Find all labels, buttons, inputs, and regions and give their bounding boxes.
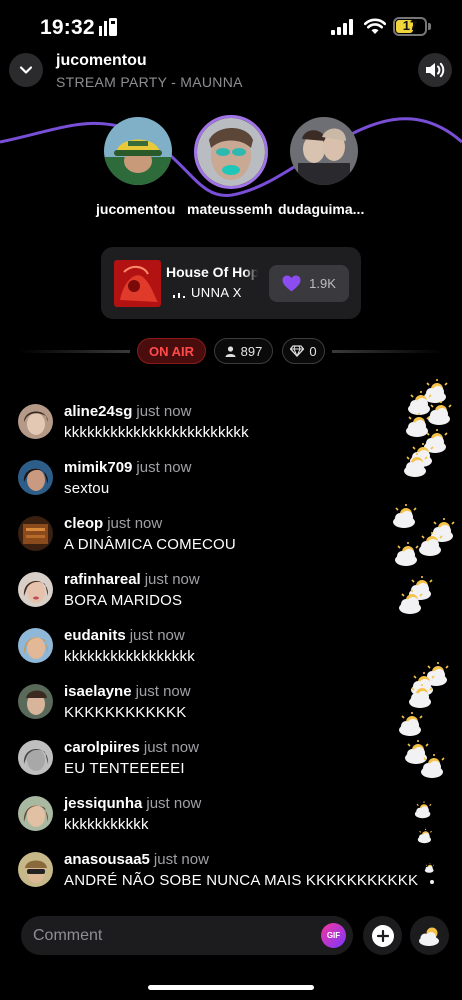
battery-tip [428,23,431,30]
speaker-avatar-2[interactable] [194,115,268,189]
chat-text: kkkkkkkkkkkkkkkkkkkkkkkk [64,424,249,441]
chat-username[interactable]: cleop [64,515,103,532]
chat-username[interactable]: anasousaa5 [64,851,150,868]
gems-count: 0 [309,343,317,359]
reaction-button[interactable] [410,916,449,955]
now-playing-card[interactable]: House Of Hope UNNA X 1.9K [101,247,361,319]
album-cover [114,260,161,307]
person-icon [225,345,236,357]
chat-time: just now [143,739,199,756]
song-title: House Of Hope [166,264,258,280]
divider-left [18,350,130,353]
avatar[interactable] [18,460,53,495]
chat-username[interactable]: jessiqunha [64,795,142,812]
chat-time: just now [129,627,185,644]
avatar[interactable] [18,796,53,831]
chat-text: EU TENTEEEEEI [64,760,185,777]
wifi-icon [364,18,386,34]
chat-message[interactable]: anasousaa5 just now ANDRÉ NÃO SOBE NUNCA … [0,849,462,899]
diamond-icon [290,345,305,357]
chevron-down-icon [19,66,33,74]
like-count: 1.9K [309,276,336,291]
floating-reaction-icon [398,661,449,779]
viewers-count-badge[interactable]: 897 [214,338,273,364]
chat-text: BORA MARIDOS [64,592,183,609]
plus-icon [371,924,394,947]
gems-count-badge[interactable]: 0 [282,338,325,364]
chat-time: just now [146,795,202,812]
chat-message[interactable]: jessiqunha just now kkkkkkkkkkk [0,793,462,843]
avatar[interactable] [18,404,53,439]
chat-username[interactable]: isaelayne [64,683,132,700]
avatar[interactable] [18,852,53,887]
floating-reaction-icon [392,503,455,615]
avatar[interactable] [18,740,53,775]
speaker-name-3: dudaguima... [278,201,365,217]
floating-reaction-icon [414,800,435,884]
status-time: 19:32 [40,16,95,39]
gif-button[interactable]: GIF [321,923,346,948]
song-artist: UNNA X [191,285,242,300]
status-bar: 19:32 17 [0,0,462,54]
chat-time: just now [144,571,200,588]
chat-time: just now [135,683,191,700]
floating-reaction-icon [403,378,452,478]
heart-icon [282,275,301,292]
chat-text: A DINÂMICA COMECOU [64,536,236,553]
on-air-badge: ON AIR [137,338,206,364]
chat-time: just now [136,459,192,476]
chat-message[interactable]: carolpiires just now EU TENTEEEEEI [0,737,462,787]
chat-message[interactable]: aline24sg just now kkkkkkkkkkkkkkkkkkkkkk… [0,401,462,451]
speaker-icon [426,62,445,78]
add-button[interactable] [363,916,402,955]
party-subtitle: STREAM PARTY - MAUNNA [56,74,243,90]
chat-time: just now [136,403,192,420]
cellular-signal-icon [331,19,353,35]
divider-right [332,350,444,353]
like-song-button[interactable]: 1.9K [269,265,349,302]
chat-text: kkkkkkkkkkk [64,816,149,833]
chat-username[interactable]: eudanits [64,627,126,644]
chat-username[interactable]: rafinhareal [64,571,141,588]
equalizer-icon [173,293,185,298]
home-indicator [148,985,314,990]
chat-text: sextou [64,480,110,497]
chat-message[interactable]: isaelayne just now KKKKKKKKKKKK [0,681,462,731]
speaker-avatar-1[interactable] [104,117,172,185]
chat-text: KKKKKKKKKKKK [64,704,187,721]
sim-icon [99,18,117,36]
chat-time: just now [107,515,163,532]
host-name[interactable]: jucomentou [56,52,147,70]
battery-percent: 17 [402,18,418,33]
collapse-button[interactable] [9,53,43,87]
chat-username[interactable]: aline24sg [64,403,132,420]
chat-username[interactable]: carolpiires [64,739,140,756]
avatar[interactable] [18,628,53,663]
sound-toggle-button[interactable] [418,53,452,87]
speaker-name-2: mateussemh [187,201,273,217]
speaker-name-1: jucomentou [96,201,176,217]
chat-text: kkkkkkkkkkkkkkkkk [64,648,195,665]
chat-message[interactable]: eudanits just now kkkkkkkkkkkkkkkkk [0,625,462,675]
chat-text: ANDRÉ NÃO SOBE NUNCA MAIS KKKKKKKKKKK [64,872,419,889]
avatar[interactable] [18,684,53,719]
battery-indicator: 17 [393,17,427,36]
comment-bar: GIF [21,916,353,955]
comment-input[interactable] [33,916,303,955]
avatar[interactable] [18,516,53,551]
chat-time: just now [153,851,209,868]
speaker-avatar-3[interactable] [290,117,358,185]
sun-cloud-icon [418,927,439,946]
viewers-count: 897 [240,343,263,359]
avatar[interactable] [18,572,53,607]
chat-username[interactable]: mimik709 [64,459,132,476]
